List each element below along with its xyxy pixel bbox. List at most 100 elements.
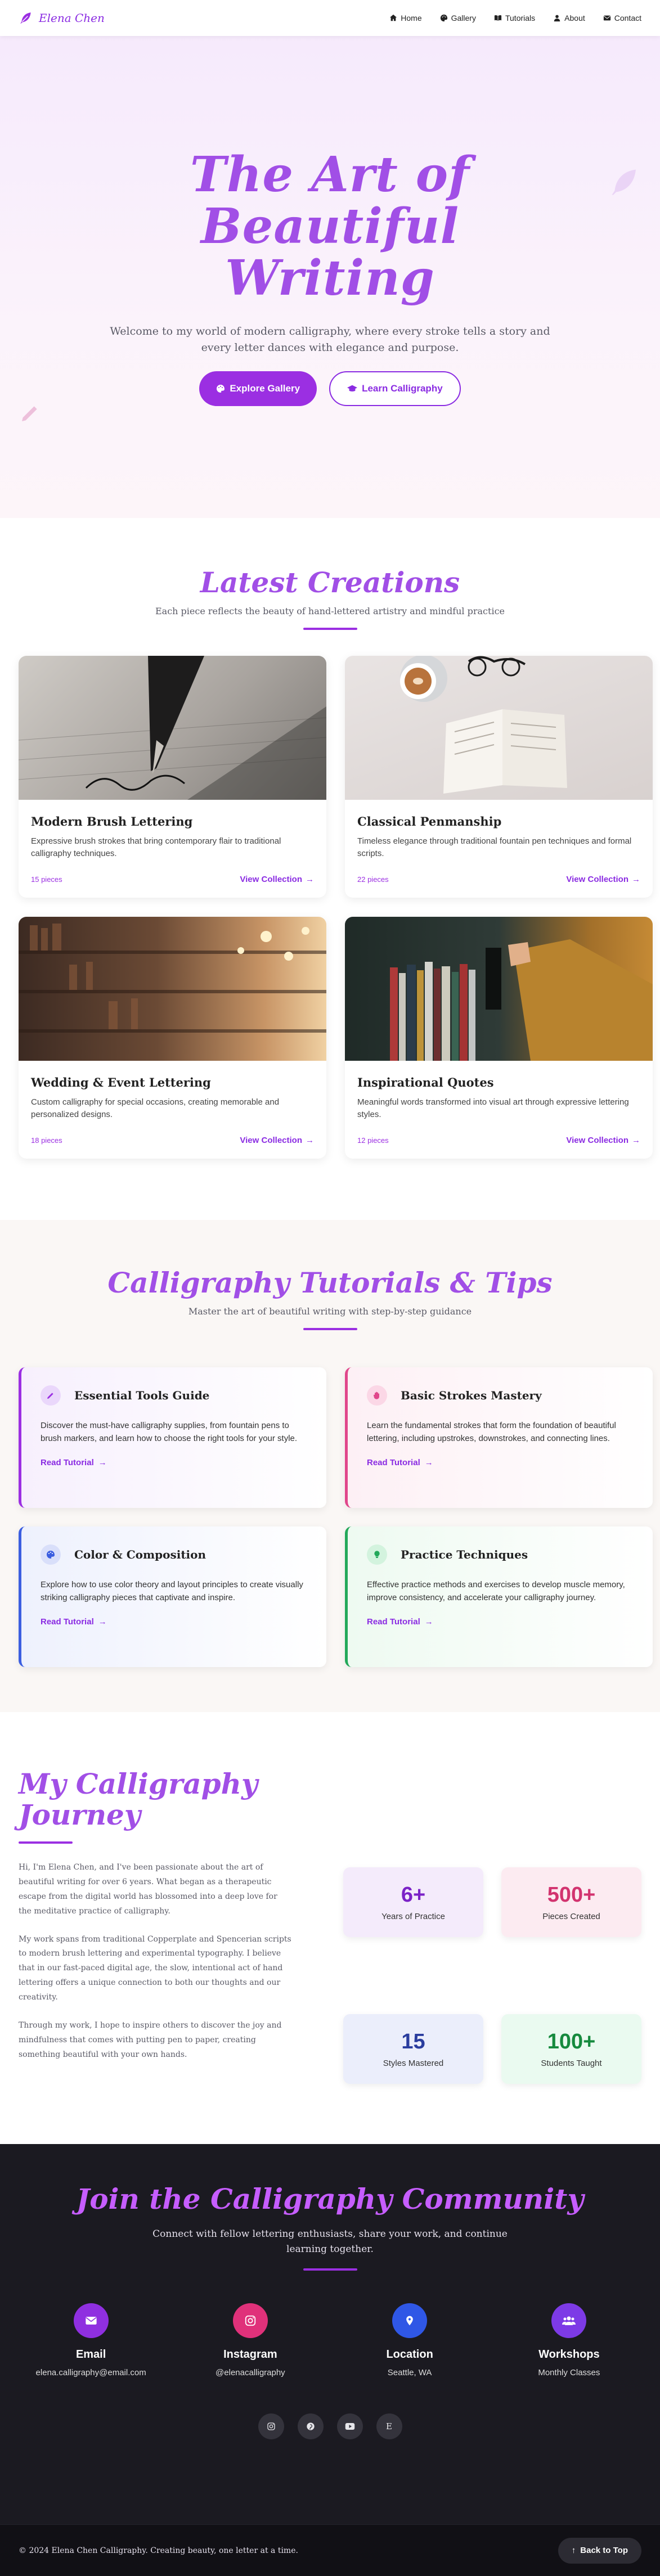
arrow-right-icon: → [98, 1457, 107, 1467]
tutorial-card[interactable]: Basic Strokes Mastery Learn the fundamen… [345, 1367, 653, 1508]
bookshelf-hand-illustration [390, 939, 653, 1061]
hero-subtitle: Welcome to my world of modern calligraph… [110, 325, 550, 354]
view-collection-link[interactable]: View Collection → [240, 875, 314, 884]
user-icon [554, 15, 560, 22]
nav-link-about[interactable]: About [553, 13, 585, 22]
graduation-cap-icon [347, 385, 358, 391]
instagram-icon [267, 2422, 275, 2431]
stat-label: Students Taught [541, 2059, 602, 2068]
learn-calligraphy-button[interactable]: Learn Calligraphy [329, 371, 461, 406]
creation-card[interactable]: Inspirational Quotes Meaningful words tr… [345, 917, 653, 1159]
tutorial-title: Essential Tools Guide [74, 1389, 210, 1402]
view-collection-link[interactable]: View Collection → [566, 875, 640, 884]
card-description: Expressive brush strokes that bring cont… [31, 836, 281, 858]
etsy-icon: E [386, 2421, 392, 2432]
pinterest-icon [306, 2422, 315, 2431]
tutorial-card[interactable]: Color & Composition Explore how to use c… [19, 1526, 326, 1667]
card-description: Custom calligraphy for special occasions… [31, 1097, 280, 1119]
card-title: Classical Penmanship [357, 814, 502, 828]
creation-card[interactable]: Modern Brush Lettering Expressive brush … [19, 656, 326, 898]
contact-title: Workshops [538, 2348, 600, 2361]
envelope-icon [603, 15, 610, 21]
arrow-right-icon: → [424, 1616, 433, 1627]
brand[interactable]: Elena Chen [19, 11, 105, 25]
location-pin-icon [392, 2303, 428, 2339]
card-title: Inspirational Quotes [357, 1075, 494, 1089]
about-text: My Calligraphy Journey Hi, I'm Elena Che… [19, 1768, 293, 2144]
stat-card: 100+ Students Taught [501, 2014, 641, 2084]
tutorial-header: Basic Strokes Mastery [367, 1385, 634, 1406]
card-footer: 12 pieces View Collection → [357, 1136, 640, 1145]
card-footer: 22 pieces View Collection → [357, 875, 640, 884]
card-body: Inspirational Quotes Meaningful words tr… [345, 1061, 653, 1159]
nav-link-label: Home [401, 13, 422, 22]
card-title: Modern Brush Lettering [31, 814, 193, 828]
users-icon [551, 2303, 587, 2339]
tutorial-card[interactable]: Essential Tools Guide Discover the must-… [19, 1367, 326, 1508]
arrow-right-icon: → [98, 1616, 107, 1627]
view-collection-link[interactable]: View Collection → [240, 1136, 314, 1145]
creation-card[interactable]: Wedding & Event Lettering Custom calligr… [19, 917, 326, 1159]
tutorial-title: Practice Techniques [401, 1548, 528, 1561]
read-tutorial-label: Read Tutorial [41, 1457, 94, 1467]
explore-gallery-label: Explore Gallery [230, 382, 300, 394]
view-collection-link[interactable]: View Collection → [566, 1136, 640, 1145]
read-tutorial-link[interactable]: Read Tutorial → [367, 1617, 634, 1627]
palette-icon [440, 14, 447, 22]
about-paragraph: My work spans from traditional Copperpla… [19, 1934, 291, 2002]
tutorial-card[interactable]: Practice Techniques Effective practice m… [345, 1526, 653, 1667]
nav-link-label: Gallery [451, 13, 476, 22]
youtube-social-link[interactable] [336, 2413, 363, 2440]
contact-location[interactable]: Location Seattle, WA [339, 2303, 480, 2377]
read-tutorial-link[interactable]: Read Tutorial → [367, 1458, 634, 1467]
book-coffee-illustration [400, 656, 567, 794]
palette-icon [217, 384, 225, 393]
tutorial-header: Color & Composition [41, 1544, 307, 1565]
back-to-top-button[interactable]: ↑ Back to Top [558, 2537, 641, 2564]
read-tutorial-label: Read Tutorial [367, 1457, 420, 1467]
stat-label: Styles Mastered [383, 2059, 444, 2068]
creations-grid: Modern Brush Lettering Expressive brush … [0, 656, 660, 1159]
contact-instagram[interactable]: Instagram @elenacalligraphy [180, 2303, 321, 2377]
nav-link-tutorials[interactable]: Tutorials [494, 13, 535, 22]
nav-link-gallery[interactable]: Gallery [440, 13, 476, 22]
card-piece-count: 12 pieces [357, 1136, 389, 1145]
nav-link-home[interactable]: Home [389, 13, 422, 22]
tutorials-section: Calligraphy Tutorials & Tips Master the … [0, 1220, 660, 1712]
card-footer: 18 pieces View Collection → [31, 1136, 314, 1145]
explore-gallery-button[interactable]: Explore Gallery [199, 371, 317, 406]
about-paragraph: Hi, I'm Elena Chen, and I've been passio… [19, 1863, 277, 1916]
instagram-icon [232, 2303, 268, 2339]
contact-email[interactable]: Email elena.calligraphy@email.com [21, 2303, 161, 2377]
read-tutorial-label: Read Tutorial [41, 1616, 94, 1627]
card-body: Modern Brush Lettering Expressive brush … [19, 800, 326, 898]
nav-link-contact[interactable]: Contact [603, 13, 641, 22]
section-divider [303, 1328, 357, 1330]
creation-card[interactable]: Classical Penmanship Timeless elegance t… [345, 656, 653, 898]
stat-card: 6+ Years of Practice [343, 1867, 483, 1937]
view-collection-label: View Collection [566, 875, 628, 884]
tutorial-description: Explore how to use color theory and layo… [41, 1580, 303, 1603]
contact-value: elena.calligraphy@email.com [35, 2368, 146, 2378]
tutorial-description: Effective practice methods and exercises… [367, 1580, 625, 1603]
stat-value: 100+ [547, 2030, 596, 2053]
book-icon [494, 15, 502, 21]
view-collection-label: View Collection [240, 875, 302, 884]
contact-value: Monthly Classes [538, 2368, 600, 2378]
read-tutorial-link[interactable]: Read Tutorial → [41, 1458, 307, 1467]
pinterest-social-link[interactable] [297, 2413, 324, 2440]
stat-value: 6+ [401, 1883, 426, 1907]
card-image-fountain-pen [19, 656, 326, 800]
hero-title: The Art of Beautiful Writing [190, 146, 470, 307]
learn-calligraphy-label: Learn Calligraphy [362, 382, 443, 394]
latest-creations-section: Latest Creations Each piece reflects the… [0, 518, 660, 1220]
nav-link-label: Tutorials [505, 13, 536, 22]
etsy-social-link[interactable]: E [376, 2413, 402, 2440]
tutorial-header: Practice Techniques [367, 1544, 634, 1565]
contact-workshops[interactable]: Workshops Monthly Classes [499, 2303, 639, 2377]
stat-label: Pieces Created [542, 1912, 600, 1921]
instagram-social-link[interactable] [258, 2413, 284, 2440]
contact-title: Email [75, 2348, 106, 2361]
nav-link-label: About [564, 13, 585, 22]
read-tutorial-link[interactable]: Read Tutorial → [41, 1617, 307, 1627]
